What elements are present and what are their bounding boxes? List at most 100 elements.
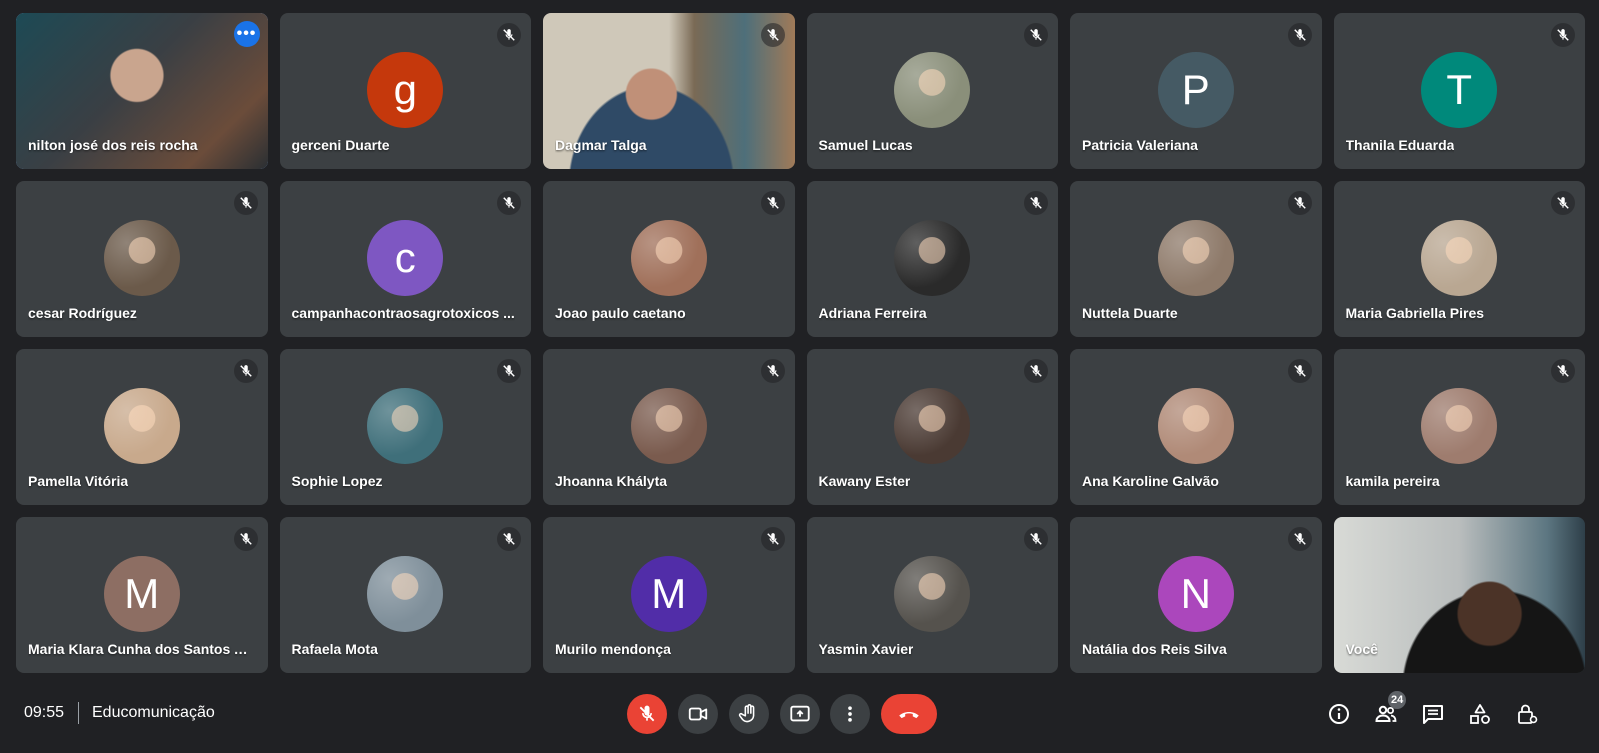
participant-name: Natália dos Reis Silva [1082, 641, 1227, 657]
mic-off-icon [1287, 191, 1312, 215]
lock-person-icon [1518, 704, 1538, 724]
people-button[interactable]: 24 [1366, 691, 1407, 734]
avatar-photo [103, 388, 180, 464]
participant-tile[interactable]: T Thanila Eduarda [1333, 13, 1585, 169]
camera-toggle-button[interactable] [678, 694, 718, 734]
hand-icon [738, 704, 755, 723]
participant-name: nilton josé dos reis rocha [28, 137, 198, 153]
participant-tile[interactable]: Ana Karoline Galvão [1070, 349, 1322, 505]
participant-tile[interactable]: P Patricia Valeriana [1070, 13, 1322, 169]
avatar-initial: g [367, 52, 444, 128]
divider [78, 702, 79, 724]
participant-tile[interactable]: M Murilo mendonça [543, 517, 795, 673]
participant-tile[interactable]: M Maria Klara Cunha dos Santos Ar... [16, 517, 268, 673]
raise-hand-button[interactable] [729, 694, 769, 734]
mic-off-icon [497, 527, 521, 551]
video-camera-icon [688, 707, 708, 721]
participant-tile[interactable]: Joao paulo caetano [543, 181, 795, 337]
mic-off-icon [1024, 191, 1048, 215]
participant-name: Rafaela Mota [291, 641, 378, 657]
participant-name: kamila pereira [1345, 473, 1440, 489]
mic-off-icon [1024, 527, 1048, 551]
info-icon [1329, 704, 1349, 724]
participant-tile[interactable]: kamila pereira [1333, 349, 1585, 505]
avatar-initial: c [367, 220, 444, 296]
mic-off-icon [1287, 23, 1312, 47]
mic-off-icon [760, 359, 785, 383]
participant-name: Joao paulo caetano [555, 305, 686, 321]
participant-name: Ana Karoline Galvão [1082, 473, 1219, 489]
participant-name: Maria Gabriella Pires [1345, 305, 1485, 321]
participant-name: Nuttela Duarte [1082, 305, 1178, 321]
participant-tile[interactable]: N Natália dos Reis Silva [1070, 517, 1322, 673]
avatar-photo [894, 220, 971, 296]
participant-tile[interactable]: Rafaela Mota [279, 517, 531, 673]
mic-off-icon [233, 191, 258, 215]
more-options-icon[interactable]: ••• [233, 21, 260, 47]
participant-name: Dagmar Talga [555, 137, 647, 153]
present-screen-button[interactable] [780, 694, 820, 734]
participant-tile[interactable]: Maria Gabriella Pires [1333, 181, 1585, 337]
end-call-icon [899, 711, 919, 719]
avatar-photo [1157, 220, 1234, 296]
meeting-details-button[interactable] [1319, 694, 1359, 734]
mic-off-icon [1287, 359, 1312, 383]
participant-tile[interactable]: Kawany Ester [806, 349, 1058, 505]
mic-off-icon [1024, 23, 1048, 47]
participant-tile[interactable]: Jhoanna Khályta [543, 349, 795, 505]
more-vertical-icon [848, 706, 852, 722]
avatar-photo [894, 388, 971, 464]
participant-grid: ••• nilton josé dos reis rocha g gerceni Du… [16, 13, 1585, 674]
mic-off-icon [1287, 527, 1312, 551]
avatar-initial: P [1157, 52, 1234, 128]
mic-off-icon [760, 23, 785, 47]
participant-tile[interactable]: c campanhacontraosagrotoxicos ... [279, 181, 531, 337]
participant-name: Pamella Vitória [28, 473, 129, 489]
participant-count-badge: 24 [1388, 691, 1407, 709]
participant-tile[interactable]: Yasmin Xavier [806, 517, 1058, 673]
mic-off-icon [760, 527, 785, 551]
participant-tile[interactable]: Dagmar Talga [543, 13, 795, 169]
mic-off-icon [233, 359, 258, 383]
microphone-toggle-button[interactable] [627, 694, 667, 734]
avatar-photo [367, 388, 444, 464]
mic-off-icon [497, 23, 521, 47]
participant-tile[interactable]: Você [1333, 517, 1585, 673]
leave-call-button[interactable] [881, 694, 937, 734]
avatar-photo [1421, 388, 1498, 464]
host-controls-button[interactable] [1507, 694, 1547, 734]
participant-tile[interactable]: Pamella Vitória [16, 349, 268, 505]
participant-name: Murilo mendonça [555, 641, 671, 657]
mic-off-icon [1551, 359, 1575, 383]
participant-name: Patricia Valeriana [1082, 137, 1198, 153]
avatar-photo [894, 52, 971, 128]
chat-button[interactable] [1413, 694, 1453, 734]
participant-tile[interactable]: g gerceni Duarte [279, 13, 531, 169]
avatar-photo [103, 220, 180, 296]
more-options-button[interactable] [830, 694, 870, 734]
meeting-title: Educomunicação [92, 704, 215, 721]
bottom-bar: 09:55 Educomunicação 24 [0, 676, 1599, 753]
participant-name: Maria Klara Cunha dos Santos Ar... [28, 641, 256, 657]
avatar-photo [894, 556, 971, 632]
participant-name: Samuel Lucas [818, 137, 913, 153]
avatar-initial: N [1157, 556, 1234, 632]
chat-icon [1423, 705, 1443, 724]
participant-name: gerceni Duarte [291, 137, 390, 153]
participant-tile[interactable]: Nuttela Duarte [1070, 181, 1322, 337]
participant-tile[interactable]: Adriana Ferreira [806, 181, 1058, 337]
participant-tile[interactable]: cesar Rodríguez [16, 181, 268, 337]
activities-button[interactable] [1460, 694, 1500, 734]
participant-name: Jhoanna Khályta [555, 473, 668, 489]
avatar-photo [630, 220, 707, 296]
shapes-icon [1470, 704, 1490, 724]
avatar-photo [1157, 388, 1234, 464]
participant-tile[interactable]: Sophie Lopez [279, 349, 531, 505]
mic-off-icon [1551, 191, 1575, 215]
participant-tile[interactable]: Samuel Lucas [806, 13, 1058, 169]
participant-tile[interactable]: ••• nilton josé dos reis rocha [16, 13, 268, 169]
mic-off-icon [760, 191, 785, 215]
participant-name: Yasmin Xavier [818, 641, 914, 657]
avatar-initial: M [103, 556, 180, 632]
mic-off-icon [1551, 23, 1575, 47]
